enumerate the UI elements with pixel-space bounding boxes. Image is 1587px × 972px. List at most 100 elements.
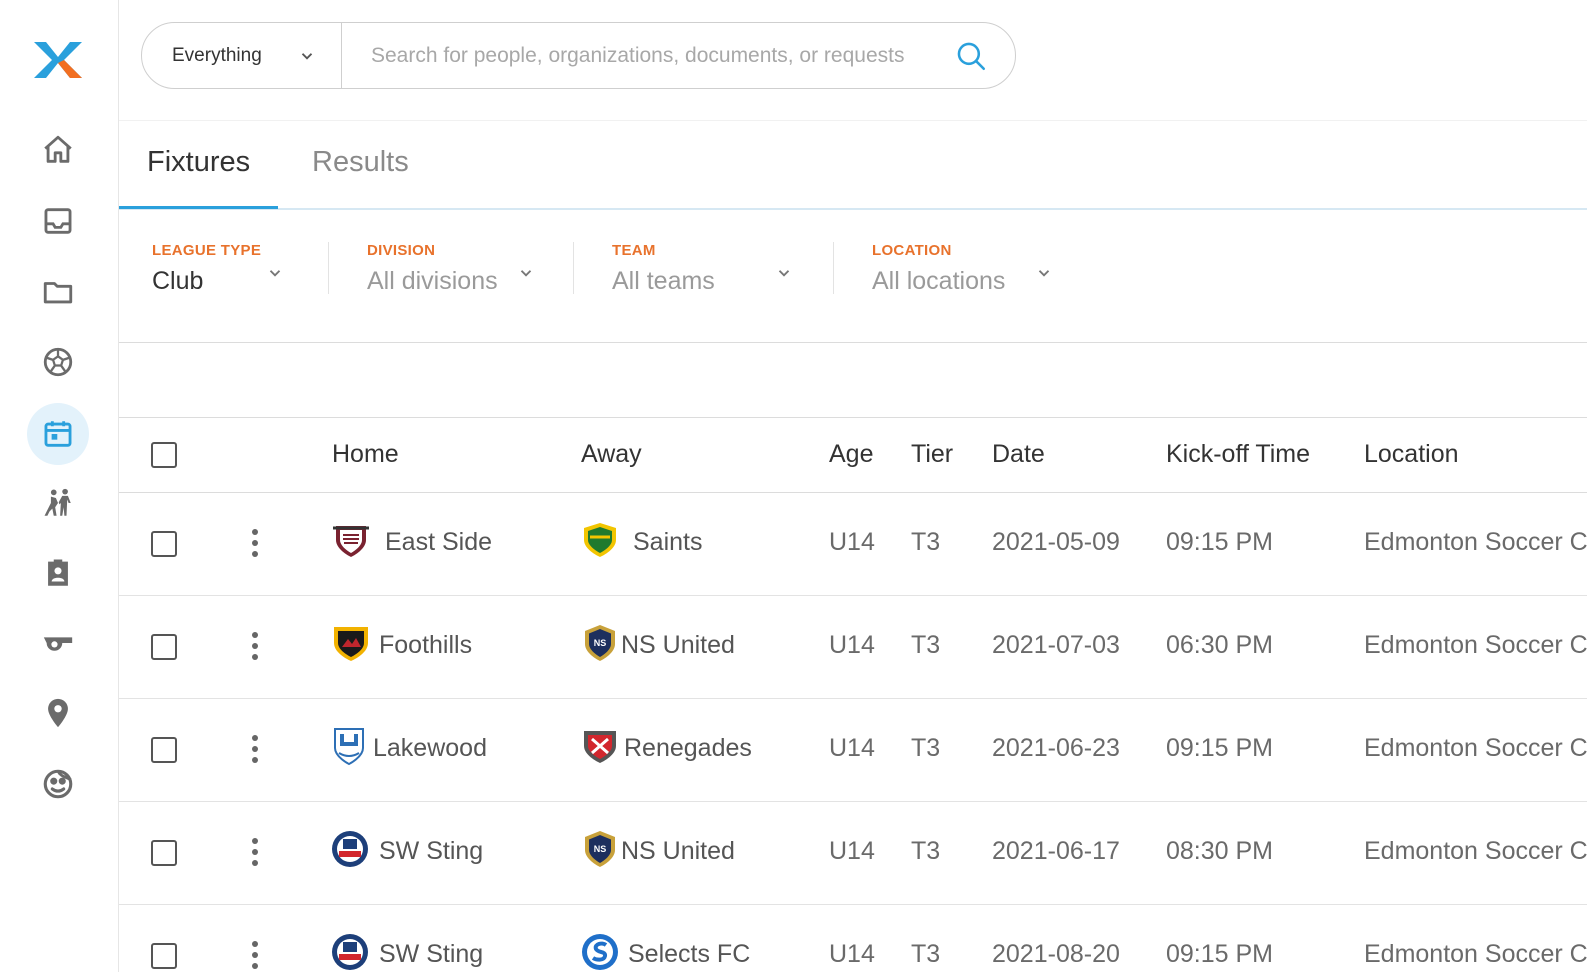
saints-crest-icon: [584, 523, 616, 557]
date-cell: 2021-06-23: [992, 734, 1120, 762]
tier-cell: T3: [911, 837, 941, 865]
date-cell: 2021-08-20: [992, 940, 1120, 968]
ns-united-crest-icon: NS: [585, 625, 615, 661]
location-cell: Edmonton Soccer C: [1364, 940, 1587, 968]
calendar-icon: [44, 421, 72, 447]
row-more-menu-icon[interactable]: [251, 735, 259, 765]
chevron-down-icon: [301, 53, 313, 60]
table-row[interactable]: Lakewood Renegades U14 T3 2021-06-23 09:…: [119, 699, 1587, 802]
whistle-icon: [43, 637, 73, 651]
home-team: East Side: [385, 528, 493, 556]
location-cell: Edmonton Soccer C: [1364, 734, 1587, 762]
chevron-down-icon: [1038, 270, 1050, 277]
sidebar-item-officials[interactable]: [27, 612, 89, 674]
global-search: Everything: [141, 22, 1016, 89]
table-row[interactable]: SW Sting Selects FC U14 T3 2021-08-20 09…: [119, 905, 1587, 972]
sidebar-item-home[interactable]: [27, 119, 89, 181]
column-header-home[interactable]: Home: [332, 440, 399, 469]
svg-text:NS: NS: [594, 638, 607, 648]
row-more-menu-icon[interactable]: [251, 632, 259, 662]
renegades-crest-icon: [584, 731, 616, 763]
fixture-tabs: Fixtures Results: [119, 120, 1587, 210]
filter-value: Club: [152, 267, 204, 295]
away-team: NS United: [621, 837, 735, 865]
table-row[interactable]: SW Sting NS NS United U14 T3 2021-06-17 …: [119, 802, 1587, 905]
search-scope-select[interactable]: Everything: [142, 23, 342, 88]
date-cell: 2021-06-17: [992, 837, 1120, 865]
app-logo[interactable]: [30, 38, 86, 82]
lakewood-crest-icon: [334, 728, 364, 766]
select-all-checkbox[interactable]: [151, 442, 177, 468]
tier-cell: T3: [911, 631, 941, 659]
filter-label: TEAM: [612, 242, 656, 259]
column-header-away[interactable]: Away: [581, 440, 642, 469]
row-checkbox[interactable]: [151, 737, 177, 763]
home-icon: [44, 135, 72, 163]
table-row[interactable]: East Side Saints U14 T3 2021-05-09 09:15…: [119, 493, 1587, 596]
kickoff-time-cell: 09:15 PM: [1166, 528, 1274, 556]
inbox-icon: [44, 208, 72, 234]
row-more-menu-icon[interactable]: [251, 838, 259, 868]
league-type-filter[interactable]: LEAGUE TYPE Club: [152, 242, 332, 298]
tab-results[interactable]: Results: [312, 146, 409, 179]
date-cell: 2021-07-03: [992, 631, 1120, 659]
team-filter[interactable]: TEAM All teams: [612, 242, 822, 298]
tier-cell: T3: [911, 734, 941, 762]
tab-fixtures[interactable]: Fixtures: [147, 146, 250, 179]
away-team: Saints: [633, 528, 703, 556]
players-icon: [44, 488, 71, 516]
search-scope-label: Everything: [172, 44, 262, 66]
filter-label: LOCATION: [872, 242, 952, 259]
filter-value: All divisions: [367, 267, 498, 295]
filter-divider: [833, 242, 834, 294]
division-filter[interactable]: DIVISION All divisions: [367, 242, 567, 298]
sidebar: [0, 0, 119, 972]
age-cell: U14: [829, 837, 875, 865]
date-cell: 2021-05-09: [992, 528, 1120, 556]
sidebar-item-venues[interactable]: [27, 682, 89, 744]
row-checkbox[interactable]: [151, 531, 177, 557]
column-header-tier[interactable]: Tier: [911, 440, 953, 469]
sidebar-item-members[interactable]: [27, 542, 89, 604]
column-header-kickoff-time[interactable]: Kick-off Time: [1166, 440, 1310, 469]
kickoff-time-cell: 09:15 PM: [1166, 940, 1274, 968]
column-header-location[interactable]: Location: [1364, 440, 1459, 469]
home-team: Foothills: [379, 631, 473, 659]
age-cell: U14: [829, 528, 875, 556]
row-more-menu-icon[interactable]: [251, 529, 259, 559]
location-filter[interactable]: LOCATION All locations: [872, 242, 1082, 298]
selects-fc-crest-icon: [582, 934, 618, 970]
row-checkbox[interactable]: [151, 634, 177, 660]
chevron-down-icon: [778, 270, 790, 277]
sidebar-item-documents[interactable]: [27, 261, 89, 323]
home-team: Lakewood: [373, 734, 487, 762]
sidebar-item-inbox[interactable]: [27, 190, 89, 252]
filter-label: LEAGUE TYPE: [152, 242, 262, 259]
location-cell: Edmonton Soccer C: [1364, 631, 1587, 659]
sidebar-item-profile[interactable]: [27, 753, 89, 815]
chevron-down-icon: [520, 270, 532, 277]
search-input[interactable]: [357, 31, 947, 81]
filter-label: DIVISION: [367, 242, 436, 259]
chevron-down-icon: [269, 270, 281, 277]
search-icon[interactable]: [954, 39, 988, 73]
age-cell: U14: [829, 631, 875, 659]
filter-divider: [573, 242, 574, 294]
away-team: NS United: [621, 631, 735, 659]
row-checkbox[interactable]: [151, 943, 177, 969]
column-header-age[interactable]: Age: [829, 440, 873, 469]
kickoff-time-cell: 09:15 PM: [1166, 734, 1274, 762]
sidebar-item-players[interactable]: [27, 472, 89, 534]
home-team: SW Sting: [379, 837, 484, 865]
filter-bar: LEAGUE TYPE Club DIVISION All divisions …: [119, 210, 1587, 343]
age-cell: U14: [829, 734, 875, 762]
table-row[interactable]: Foothills NS NS United U14 T3 2021-07-03…: [119, 596, 1587, 699]
location-cell: Edmonton Soccer C: [1364, 837, 1587, 865]
east-side-crest-icon: [333, 526, 369, 557]
column-header-date[interactable]: Date: [992, 440, 1045, 469]
sidebar-item-fixtures[interactable]: [27, 403, 89, 465]
row-checkbox[interactable]: [151, 840, 177, 866]
row-more-menu-icon[interactable]: [251, 941, 259, 971]
kickoff-time-cell: 08:30 PM: [1166, 837, 1274, 865]
sidebar-item-sports[interactable]: [27, 331, 89, 393]
